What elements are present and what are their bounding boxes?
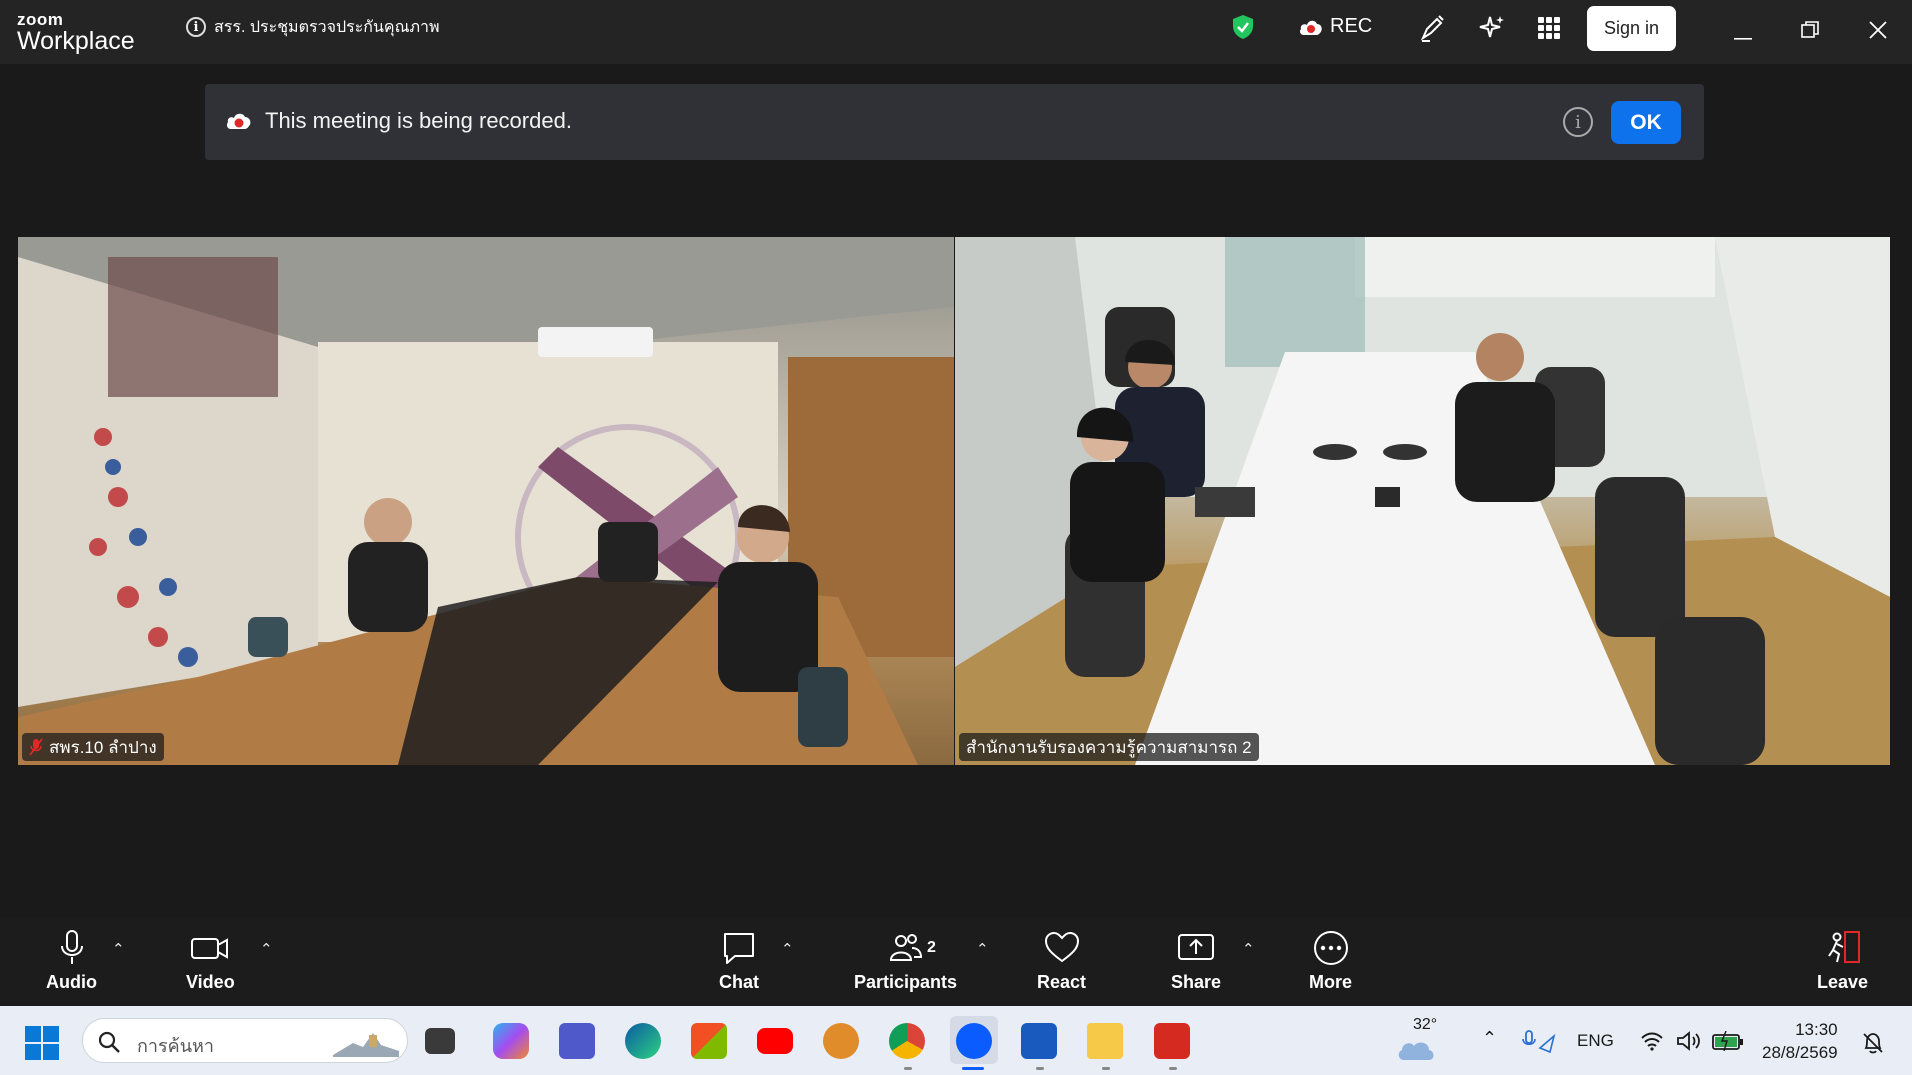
react-label: React [1037, 972, 1087, 992]
video-feed-image [955, 237, 1890, 765]
video-camera-icon [191, 938, 229, 959]
react-button[interactable]: React [1037, 930, 1086, 993]
acrobat-pdf-icon[interactable] [1154, 1023, 1190, 1059]
pen-annotate-icon[interactable] [1418, 13, 1446, 48]
clock-date: 28/8/2569 [1762, 1043, 1838, 1062]
battery-charging-icon[interactable] [1712, 1030, 1744, 1056]
meeting-info[interactable]: i สรร. ประชุมตรวจประกันคุณภาพ [186, 14, 440, 40]
share-options-caret-icon[interactable]: ⌃ [1242, 940, 1255, 958]
language-indicator[interactable]: ENG [1577, 1031, 1614, 1051]
chat-button[interactable]: Chat [719, 930, 759, 993]
recording-message: This meeting is being recorded. [265, 108, 572, 133]
participant-name-tag: สำนักงานรับรองความรู้ความสามารถ 2 [959, 733, 1259, 761]
microphone-in-use-icon[interactable] [1522, 1030, 1556, 1059]
more-ellipsis-icon [1313, 931, 1348, 965]
word-icon[interactable] [1021, 1023, 1057, 1059]
cloud-record-icon [225, 110, 253, 135]
windows-start-icon[interactable] [25, 1026, 59, 1065]
search-highlight-icon [333, 1033, 399, 1057]
volume-icon[interactable] [1676, 1031, 1702, 1056]
share-label: Share [1171, 972, 1222, 992]
close-icon[interactable] [1869, 21, 1887, 44]
chrome-icon[interactable] [889, 1023, 925, 1059]
task-view-icon[interactable] [425, 1028, 455, 1054]
participants-icon [889, 934, 922, 961]
microsoft-store-icon[interactable] [691, 1023, 727, 1059]
participant-name-tag: สพร.10 ลำปาง [22, 733, 164, 761]
windows-taskbar: การค้นหา 32° ⌃ ENG 13:30 28/8/2569 [0, 1006, 1912, 1075]
microphone-icon [60, 930, 83, 964]
word-running-indicator [1036, 1067, 1044, 1070]
recording-banner: This meeting is being recorded. i OK [205, 84, 1704, 160]
title-bar: zoom Workplace i สรร. ประชุมตรวจประกันคุ… [0, 0, 1912, 64]
acrobat-running-indicator [1169, 1067, 1177, 1070]
audio-options-caret-icon[interactable]: ⌃ [112, 940, 125, 958]
search-icon [98, 1031, 120, 1053]
weather-cloud-icon[interactable] [1396, 1034, 1436, 1067]
logo-workplace-text: Workplace [17, 27, 135, 55]
zoom-workplace-logo: zoom Workplace [17, 11, 135, 54]
participants-button[interactable]: Participants [854, 930, 957, 993]
video-tile-participant-1[interactable]: สพร.10 ลำปาง [18, 237, 954, 765]
participants-options-caret-icon[interactable]: ⌃ [976, 940, 989, 958]
chat-bubble-icon [724, 933, 754, 964]
youtube-icon[interactable] [757, 1028, 793, 1054]
mic-muted-icon [29, 738, 43, 756]
notification-bell-icon[interactable] [1862, 1032, 1884, 1059]
sign-in-button[interactable]: Sign in [1587, 6, 1676, 51]
recording-info-icon[interactable]: i [1563, 107, 1593, 137]
audio-label: Audio [46, 972, 97, 992]
zoom-app-icon[interactable] [956, 1023, 992, 1059]
meeting-toolbar: Audio ⌃ Video ⌃ Chat ⌃ Participants 2 ⌃ … [0, 918, 1912, 1006]
more-button[interactable]: More [1309, 930, 1352, 993]
apps-grid-icon[interactable] [1538, 17, 1560, 44]
info-icon[interactable]: i [186, 17, 206, 37]
logo-zoom-text: zoom [17, 10, 64, 29]
edge-browser-icon[interactable] [625, 1023, 661, 1059]
video-options-caret-icon[interactable]: ⌃ [260, 940, 273, 958]
search-placeholder: การค้นหา [137, 1036, 214, 1056]
recording-indicator[interactable]: REC [1298, 15, 1372, 38]
participant-name: สพร.10 ลำปาง [49, 737, 157, 757]
participants-label: Participants [854, 972, 958, 992]
video-tile-participant-2[interactable]: สำนักงานรับรองความรู้ความสามารถ 2 [955, 237, 1890, 765]
leave-exit-icon [1827, 931, 1860, 963]
weather-temperature: 32° [1413, 1016, 1438, 1033]
wifi-icon[interactable] [1640, 1031, 1664, 1056]
chat-options-caret-icon[interactable]: ⌃ [781, 940, 794, 958]
meeting-title: สรร. ประชุมตรวจประกันคุณภาพ [214, 18, 440, 36]
cloud-record-icon [1300, 20, 1322, 35]
ok-button[interactable]: OK [1611, 101, 1681, 144]
teams-icon[interactable] [559, 1023, 595, 1059]
clock-time: 13:30 [1795, 1020, 1838, 1039]
minimize-icon[interactable] [1734, 28, 1752, 46]
zoom-active-indicator [962, 1067, 984, 1070]
encryption-shield-icon[interactable] [1232, 14, 1254, 45]
video-feed-image [18, 237, 954, 765]
copilot-icon[interactable] [493, 1023, 529, 1059]
leave-button[interactable]: Leave [1817, 930, 1868, 993]
app-globe-icon[interactable] [823, 1023, 859, 1059]
show-hidden-icons-chevron-icon[interactable]: ⌃ [1482, 1028, 1497, 1049]
ai-companion-sparkle-icon[interactable] [1478, 13, 1506, 48]
share-screen-icon [1178, 934, 1215, 960]
participant-name: สำนักงานรับรองความรู้ความสามารถ 2 [966, 737, 1252, 757]
restore-icon[interactable] [1801, 21, 1819, 44]
audio-button[interactable]: Audio [46, 930, 97, 993]
more-label: More [1309, 972, 1353, 992]
explorer-running-indicator [1102, 1067, 1110, 1070]
rec-label: REC [1330, 15, 1373, 37]
video-button[interactable]: Video [186, 930, 235, 993]
system-clock[interactable]: 13:30 28/8/2569 [1762, 1018, 1838, 1064]
chrome-running-indicator [904, 1067, 912, 1070]
chat-label: Chat [719, 972, 759, 992]
share-button[interactable]: Share [1171, 930, 1221, 993]
file-explorer-icon[interactable] [1087, 1023, 1123, 1059]
leave-label: Leave [1817, 972, 1869, 992]
taskbar-search-box[interactable]: การค้นหา [82, 1018, 408, 1063]
participants-count: 2 [927, 939, 936, 956]
heart-icon [1044, 931, 1079, 963]
video-label: Video [186, 972, 235, 992]
